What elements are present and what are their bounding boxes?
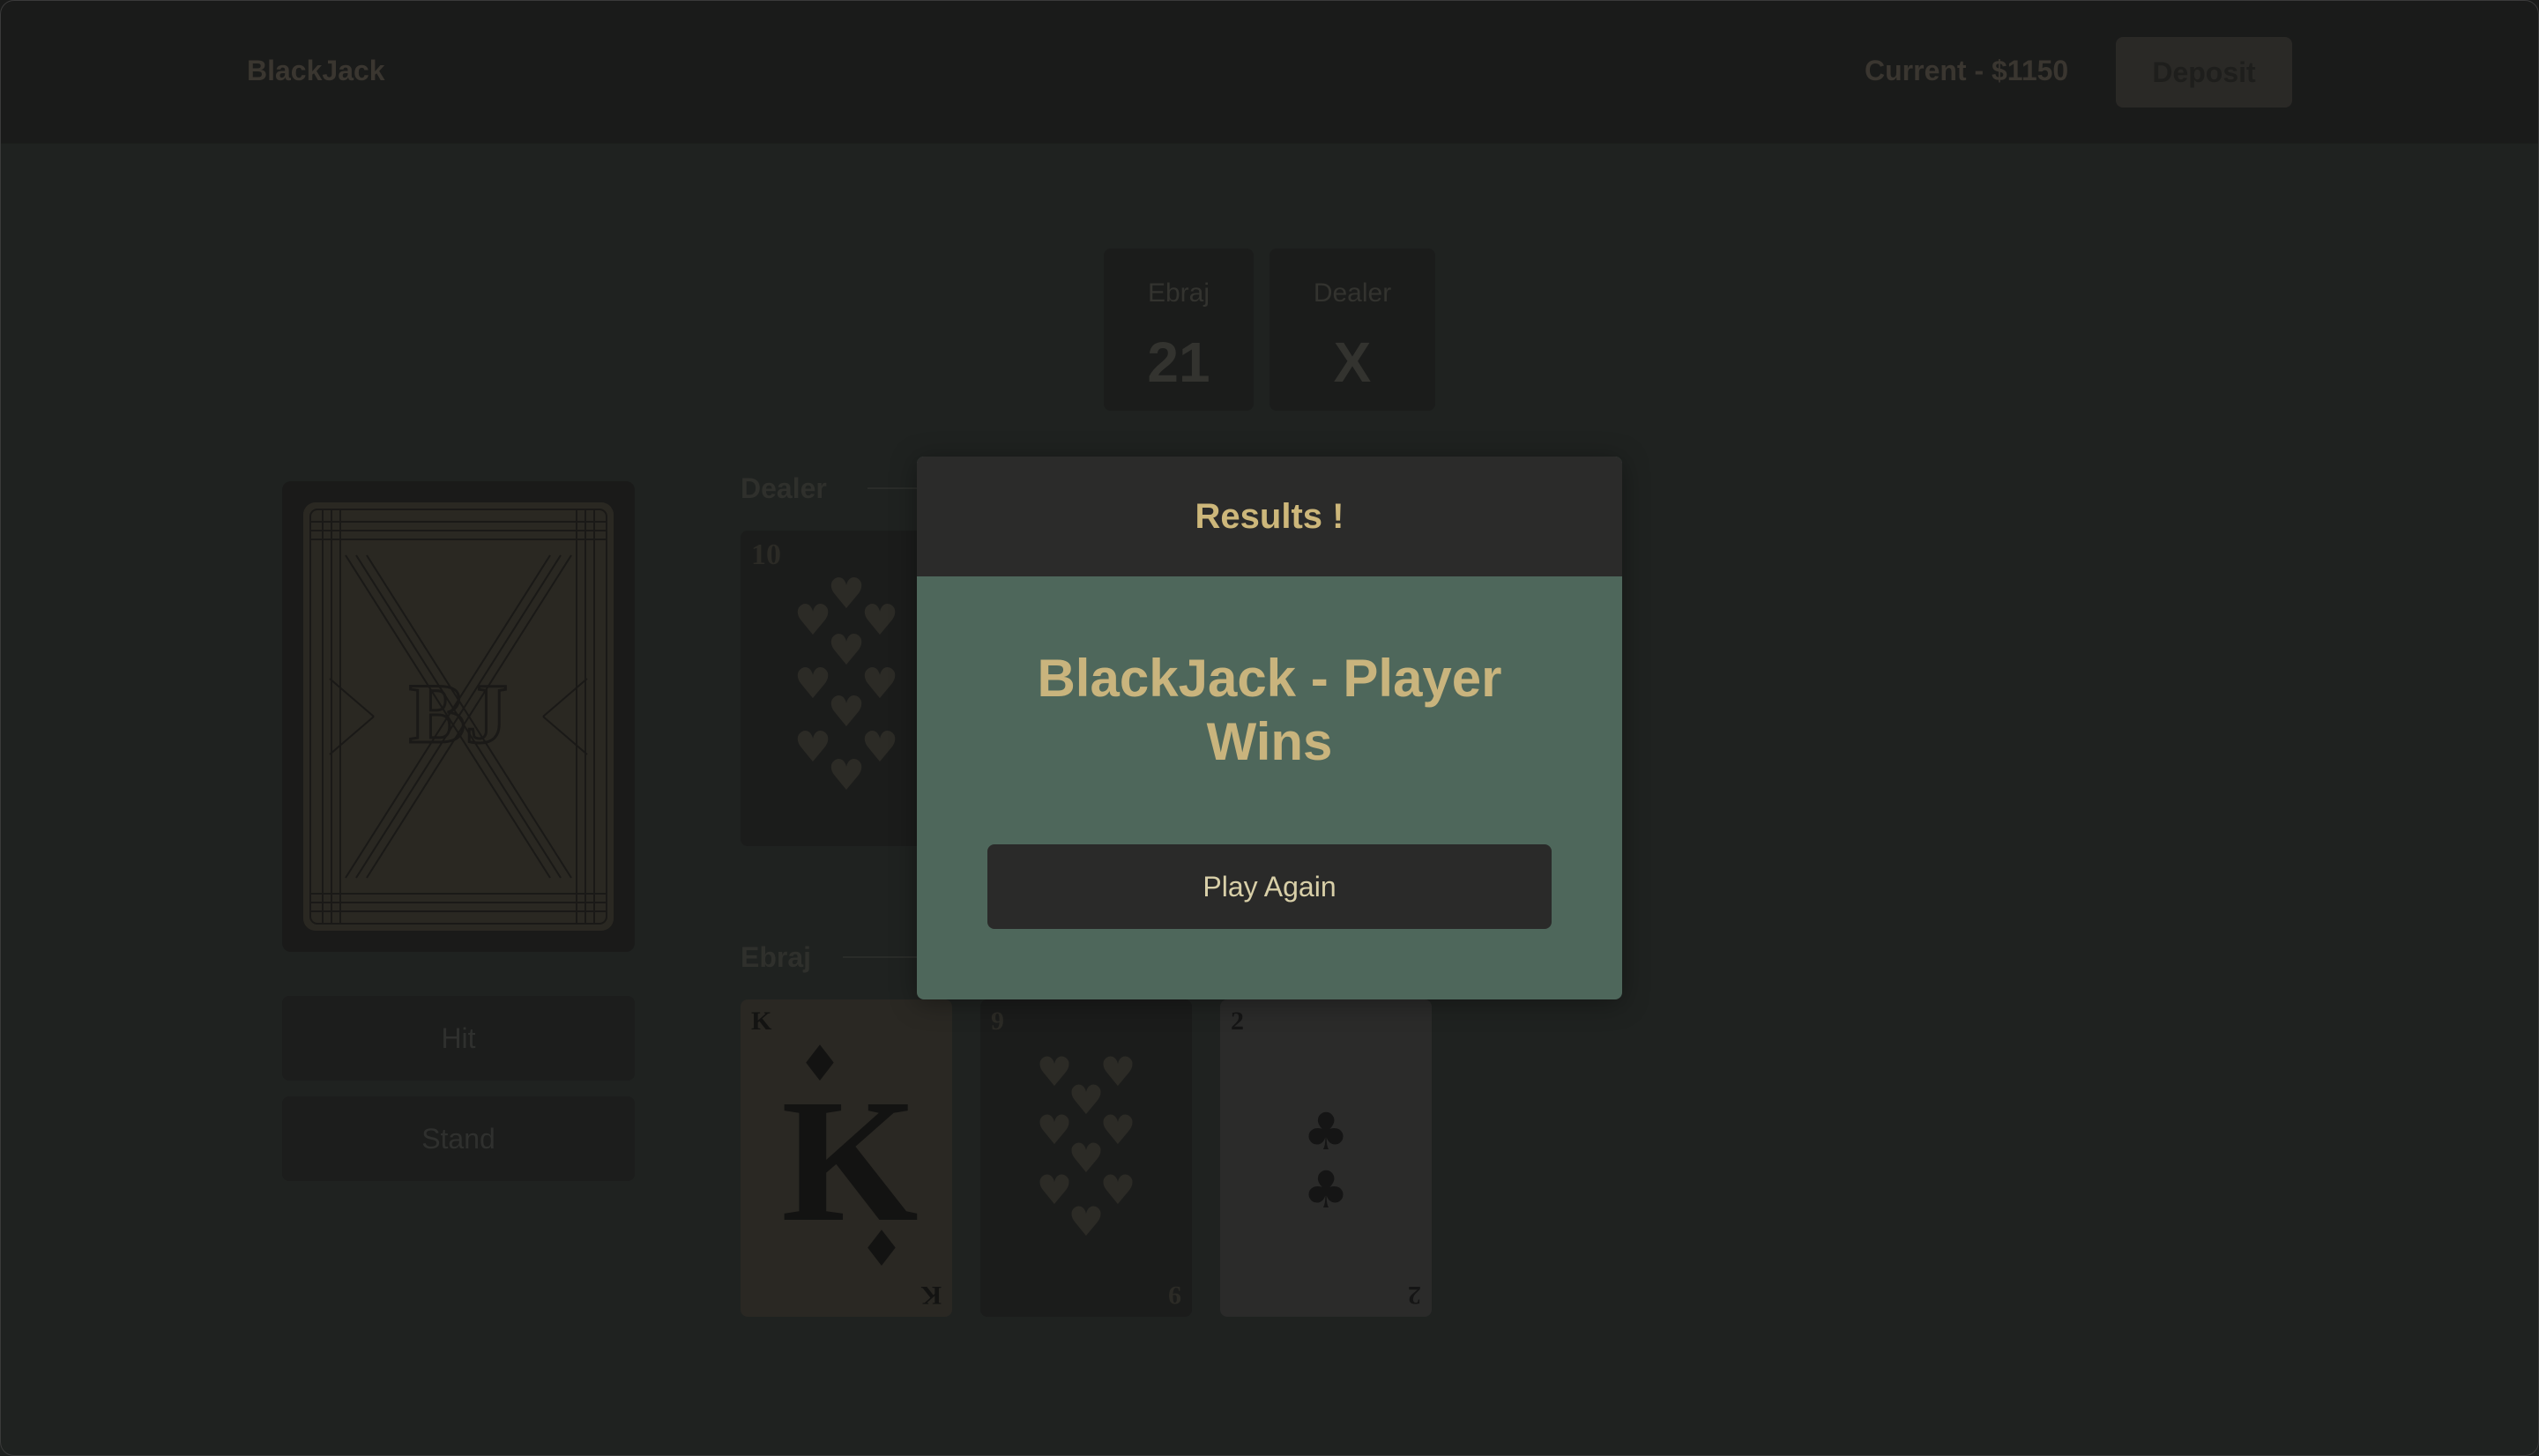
- blackjack-app: BlackJack Current - $1150 Deposit Ebraj …: [0, 0, 2539, 1456]
- result-message: BlackJack - Player Wins: [1037, 649, 1502, 771]
- play-again-button[interactable]: Play Again: [987, 844, 1552, 929]
- results-modal: Results ! BlackJack - Player Wins Play A…: [917, 457, 1622, 999]
- results-modal-header: Results !: [917, 457, 1622, 576]
- results-modal-title: Results !: [1195, 497, 1344, 536]
